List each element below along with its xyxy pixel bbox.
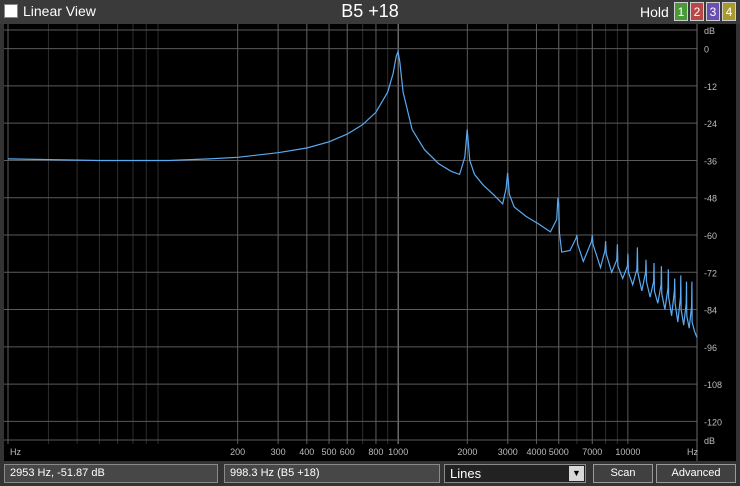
- y-tick-label: -84: [704, 306, 717, 316]
- cursor-readout: 2953 Hz, -51.87 dB: [4, 464, 218, 483]
- x-tick-label: 4000: [526, 447, 546, 457]
- x-tick-label: 10000: [615, 447, 640, 457]
- x-tick-label: Hz: [10, 447, 21, 457]
- x-tick-label: 400: [299, 447, 314, 457]
- y-tick-label: -96: [704, 343, 717, 353]
- hold-label: Hold: [640, 4, 669, 20]
- x-tick-label: 5000: [549, 447, 569, 457]
- y-tick-label: -24: [704, 119, 717, 129]
- y-tick-label: -12: [704, 82, 717, 92]
- x-tick-label: Hz: [687, 447, 698, 457]
- chevron-down-icon[interactable]: ▼: [569, 466, 584, 481]
- display-mode-value: Lines: [450, 466, 482, 481]
- hold-button-4[interactable]: 4: [722, 2, 736, 21]
- spectrum-plot[interactable]: dB 0 -12 -24 -36 -48 -60 -72 -84 -96 -108 -120 dB Hz 2…: [4, 24, 736, 461]
- hold-button-2[interactable]: 2: [690, 2, 704, 21]
- x-tick-label: 800: [368, 447, 383, 457]
- hold-button-1[interactable]: 1: [674, 2, 688, 21]
- x-tick-label: 2000: [457, 447, 477, 457]
- scan-button[interactable]: Scan: [593, 464, 653, 483]
- pitch-title: B5 +18: [341, 1, 399, 21]
- x-tick-label: 200: [230, 447, 245, 457]
- x-tick-label: 600: [340, 447, 355, 457]
- spectrum-trace: [7, 49, 698, 338]
- top-toolbar: Linear View B5 +18 Hold 1 2 3 4: [0, 0, 740, 24]
- display-mode-select[interactable]: Lines ▼: [444, 464, 586, 483]
- y-tick-label: -60: [704, 231, 717, 241]
- y-tick-label: dB: [704, 436, 715, 446]
- y-tick-label: -36: [704, 156, 717, 166]
- status-bar: 2953 Hz, -51.87 dB 998.3 Hz (B5 +18) Lin…: [0, 461, 740, 486]
- x-tick-label: 300: [271, 447, 286, 457]
- pitch-readout: 998.3 Hz (B5 +18): [224, 464, 440, 483]
- x-tick-label: 500: [322, 447, 337, 457]
- y-tick-label: dB: [704, 26, 715, 36]
- hold-button-3[interactable]: 3: [706, 2, 720, 21]
- y-tick-label: -120: [704, 417, 722, 427]
- y-tick-label: -108: [704, 380, 722, 390]
- x-tick-label: 1000: [388, 447, 408, 457]
- x-tick-label: 3000: [498, 447, 518, 457]
- y-tick-label: -48: [704, 194, 717, 204]
- y-tick-label: 0: [704, 45, 709, 55]
- spectrum-chart[interactable]: dB 0 -12 -24 -36 -48 -60 -72 -84 -96 -108 -120 dB Hz 2…: [4, 24, 736, 461]
- x-tick-label: 7000: [582, 447, 602, 457]
- y-tick-label: -72: [704, 268, 717, 278]
- advanced-button[interactable]: Advanced: [656, 464, 736, 483]
